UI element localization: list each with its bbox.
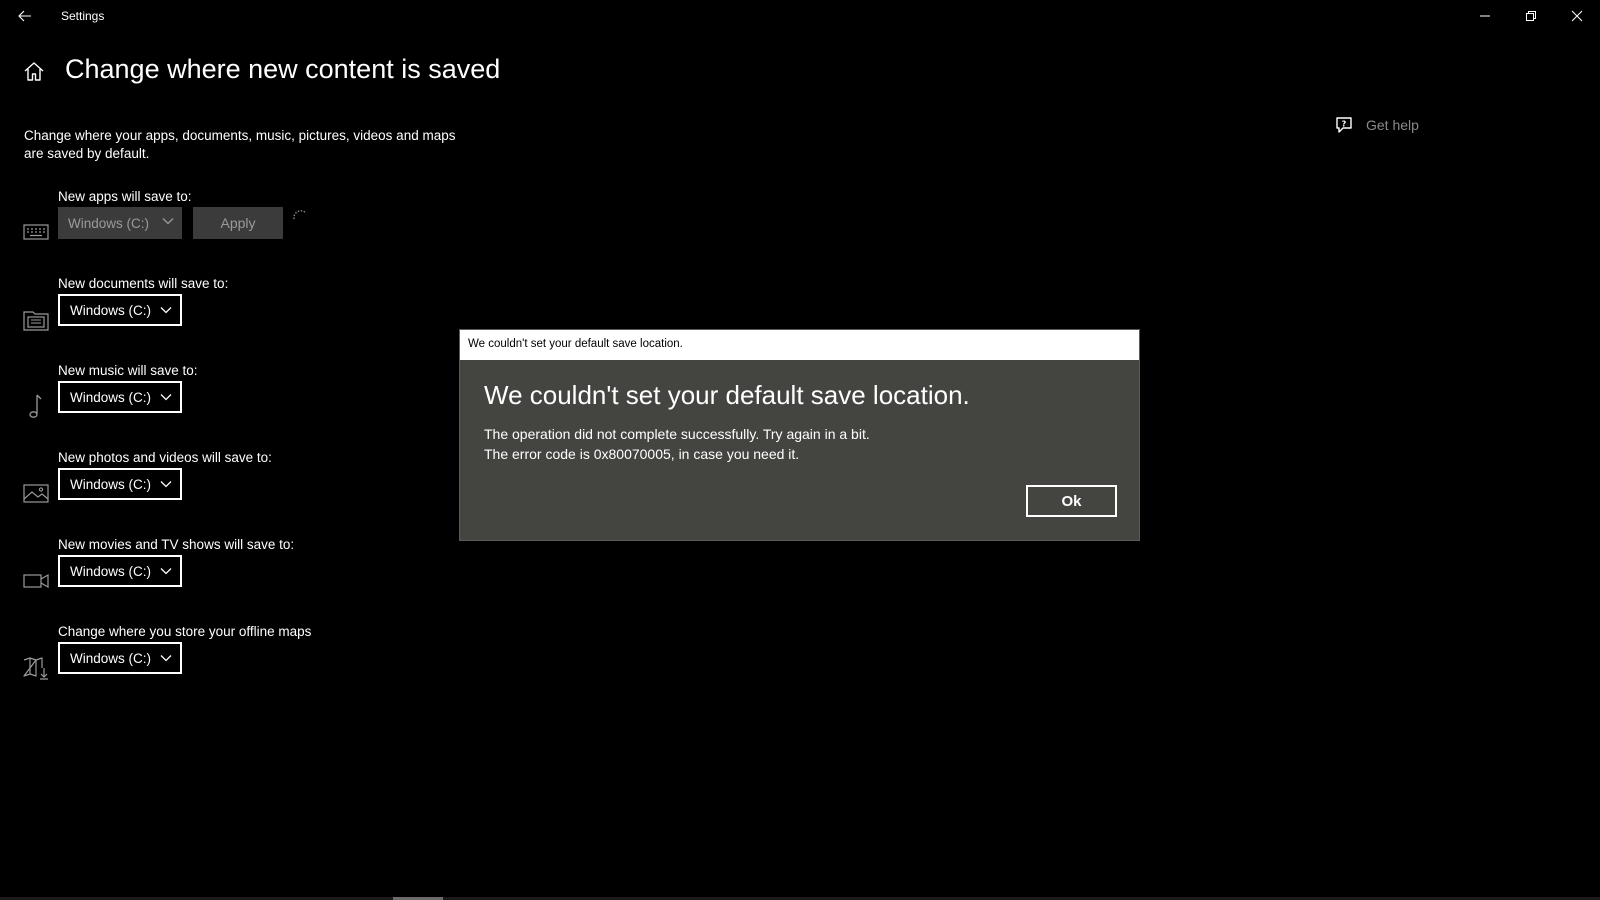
- chevron-down-icon: [160, 481, 172, 488]
- svg-text:?: ?: [1342, 120, 1347, 129]
- music-note-icon: [29, 394, 42, 418]
- chevron-down-icon: [160, 307, 172, 314]
- setting-label: New apps will save to:: [58, 189, 192, 204]
- error-dialog: We couldn't set your default save locati…: [459, 329, 1140, 541]
- get-help-label: Get help: [1366, 117, 1419, 133]
- chevron-down-icon: [160, 655, 172, 662]
- close-icon: [1571, 10, 1583, 22]
- dialog-heading: We couldn't set your default save locati…: [484, 380, 970, 410]
- ok-button[interactable]: Ok: [1026, 485, 1117, 517]
- chevron-down-icon: [160, 394, 172, 401]
- loading-spinner-icon: [293, 210, 307, 220]
- setting-apps: New apps will save to: Windows (C:) Appl…: [0, 189, 600, 273]
- movies-location-dropdown[interactable]: Windows (C:): [58, 555, 182, 587]
- setting-label: New photos and videos will save to:: [58, 450, 272, 465]
- get-help-link[interactable]: ? Get help: [1334, 116, 1419, 134]
- setting-label: Change where you store your offline maps: [58, 624, 312, 639]
- chevron-down-icon: [162, 218, 174, 225]
- dropdown-value: Windows (C:): [70, 563, 152, 579]
- dropdown-value: Windows (C:): [70, 476, 152, 492]
- documents-icon: [23, 311, 49, 331]
- setting-label: New documents will save to:: [58, 276, 229, 291]
- setting-maps: Change where you store your offline maps…: [0, 624, 600, 708]
- back-button[interactable]: [10, 2, 40, 30]
- restore-icon: [1526, 11, 1536, 21]
- video-camera-icon: [23, 573, 49, 589]
- documents-location-dropdown[interactable]: Windows (C:): [58, 294, 182, 326]
- chat-help-icon: ?: [1336, 117, 1352, 133]
- chevron-down-icon: [160, 568, 172, 575]
- page-title: Change where new content is saved: [65, 54, 501, 84]
- dropdown-value: Windows (C:): [70, 389, 152, 405]
- apps-location-dropdown[interactable]: Windows (C:): [58, 207, 182, 239]
- dialog-message: The operation did not complete successfu…: [484, 424, 870, 464]
- dialog-error-code-line: The error code is 0x80070005, in case yo…: [484, 446, 800, 462]
- dialog-message-line: The operation did not complete successfu…: [484, 426, 870, 442]
- restore-button[interactable]: [1508, 0, 1554, 32]
- back-arrow-icon: [18, 10, 31, 22]
- apply-button[interactable]: Apply: [193, 207, 283, 239]
- photos-location-dropdown[interactable]: Windows (C:): [58, 468, 182, 500]
- setting-label: New music will save to:: [58, 363, 198, 378]
- minimize-button[interactable]: [1462, 0, 1508, 32]
- home-button[interactable]: [22, 60, 46, 84]
- dialog-title-bar: We couldn't set your default save locati…: [460, 330, 1139, 360]
- keyboard-icon: [23, 224, 49, 240]
- map-download-icon: [23, 657, 48, 680]
- page-description: Change where your apps, documents, music…: [24, 128, 456, 161]
- minimize-icon: [1480, 15, 1490, 17]
- close-button[interactable]: [1554, 0, 1600, 32]
- setting-label: New movies and TV shows will save to:: [58, 537, 295, 552]
- music-location-dropdown[interactable]: Windows (C:): [58, 381, 182, 413]
- dropdown-value: Windows (C:): [70, 302, 152, 318]
- title-bar: Settings: [0, 0, 1600, 32]
- settings-window: Settings Change where new content is sav…: [0, 0, 1600, 900]
- maps-location-dropdown[interactable]: Windows (C:): [58, 642, 182, 674]
- setting-movies: New movies and TV shows will save to: Wi…: [0, 537, 600, 621]
- dropdown-value: Windows (C:): [70, 650, 152, 666]
- dropdown-value: Windows (C:): [68, 215, 150, 231]
- dialog-window-title: We couldn't set your default save locati…: [468, 338, 683, 350]
- app-title: Settings: [61, 9, 105, 23]
- home-icon: [24, 62, 44, 81]
- photo-icon: [23, 484, 49, 503]
